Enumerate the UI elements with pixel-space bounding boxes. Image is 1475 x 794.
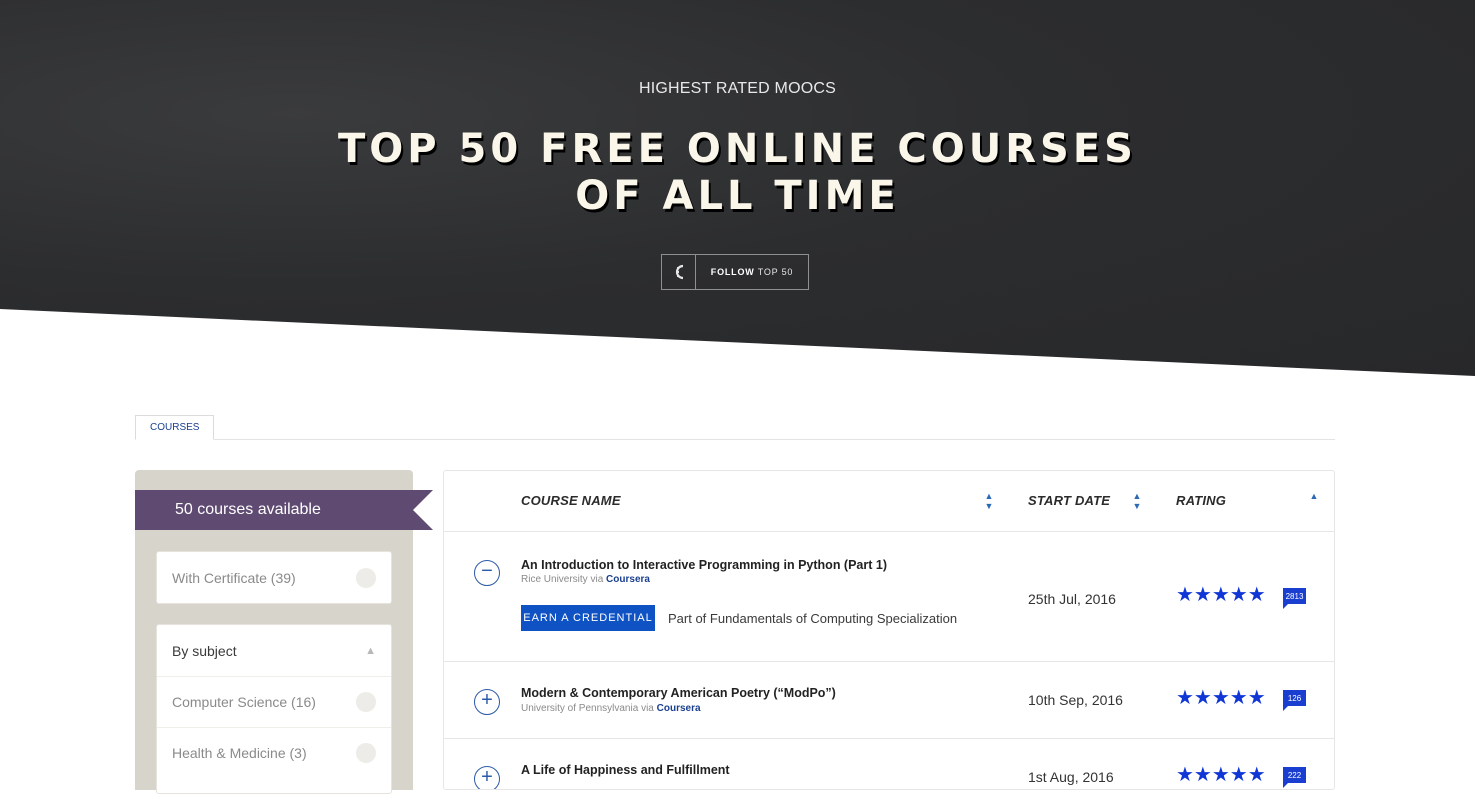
start-date: 10th Sep, 2016 xyxy=(1028,692,1123,708)
class-central-logo-icon xyxy=(662,255,696,289)
specialization-note: Part of Fundamentals of Computing Specia… xyxy=(668,611,958,626)
table-row: + Modern & Contemporary American Poetry … xyxy=(444,662,1334,739)
column-header-start-date[interactable]: START DATE xyxy=(1028,493,1110,508)
filter-with-certificate[interactable]: With Certificate (39) xyxy=(157,552,391,603)
star-rating-icon: ★★★★★ xyxy=(1176,687,1266,709)
review-count-badge[interactable]: 2813 xyxy=(1283,588,1306,609)
course-provider-line: University of Pennsylvania via Coursera xyxy=(521,703,701,714)
subject-filter-card: By subject ▲ Computer Science (16) Healt… xyxy=(156,624,392,794)
review-count-badge[interactable]: 222 xyxy=(1283,767,1306,788)
table-row: + A Life of Happiness and Fulfillment 1s… xyxy=(444,739,1334,789)
checkbox-dot-icon[interactable] xyxy=(356,743,376,763)
sort-icon[interactable]: ▲ ▼ xyxy=(983,491,995,511)
subject-filter-header[interactable]: By subject ▲ xyxy=(157,625,391,676)
start-date: 25th Jul, 2016 xyxy=(1028,591,1116,607)
sort-icon[interactable]: ▲ ▼ xyxy=(1131,491,1143,511)
column-header-rating[interactable]: RATING xyxy=(1176,493,1226,508)
provider-link[interactable]: Coursera xyxy=(657,703,701,714)
expand-icon[interactable]: + xyxy=(474,766,500,789)
follow-button-label: FOLLOW TOP 50 xyxy=(710,267,794,277)
table-row: − An Introduction to Interactive Program… xyxy=(444,532,1334,662)
star-rating-icon: ★★★★★ xyxy=(1176,584,1266,606)
provider-link[interactable]: Coursera xyxy=(606,574,650,585)
sort-ascending-icon[interactable]: ▲ xyxy=(1308,491,1320,501)
star-rating-icon: ★★★★★ xyxy=(1176,764,1266,786)
filter-subject-computer-science[interactable]: Computer Science (16) xyxy=(157,676,391,727)
course-title-link[interactable]: A Life of Happiness and Fulfillment xyxy=(521,763,730,777)
earn-credential-button[interactable]: EARN A CREDENTIAL xyxy=(521,605,655,631)
chevron-up-icon[interactable]: ▲ xyxy=(365,645,376,657)
course-title-link[interactable]: Modern & Contemporary American Poetry (“… xyxy=(521,686,836,700)
collapse-icon[interactable]: − xyxy=(474,560,500,586)
courses-available-count: 50 courses available xyxy=(135,490,413,530)
filter-subject-health-medicine[interactable]: Health & Medicine (3) xyxy=(157,727,391,778)
page-title-line1: TOP 50 FREE ONLINE COURSES xyxy=(338,126,1137,172)
checkbox-dot-icon[interactable] xyxy=(356,567,376,588)
tab-courses[interactable]: COURSES xyxy=(135,415,215,440)
course-table: COURSE NAME ▲ ▼ START DATE ▲ ▼ RATING ▲ − … xyxy=(443,470,1335,790)
review-count-badge[interactable]: 126 xyxy=(1283,690,1306,711)
follow-button[interactable]: FOLLOW TOP 50 xyxy=(661,254,809,290)
page-title-line2: OF ALL TIME xyxy=(575,173,900,219)
courses-available-ribbon: 50 courses available xyxy=(135,490,435,530)
ribbon-tail xyxy=(413,490,433,530)
checkbox-dot-icon[interactable] xyxy=(356,692,376,712)
tab-bar: COURSES xyxy=(135,415,1335,440)
course-provider-line: Rice University via Coursera xyxy=(521,574,650,585)
table-header: COURSE NAME ▲ ▼ START DATE ▲ ▼ RATING ▲ xyxy=(444,471,1334,532)
page-title: TOP 50 FREE ONLINE COURSES OF ALL TIME xyxy=(0,126,1475,220)
certificate-filter-card: With Certificate (39) xyxy=(156,551,392,604)
hero-kicker: HIGHEST RATED MOOCS xyxy=(638,80,836,97)
start-date: 1st Aug, 2016 xyxy=(1028,769,1114,785)
expand-icon[interactable]: + xyxy=(474,689,500,715)
course-title-link[interactable]: An Introduction to Interactive Programmi… xyxy=(521,558,887,572)
column-header-course-name[interactable]: COURSE NAME xyxy=(521,493,621,508)
